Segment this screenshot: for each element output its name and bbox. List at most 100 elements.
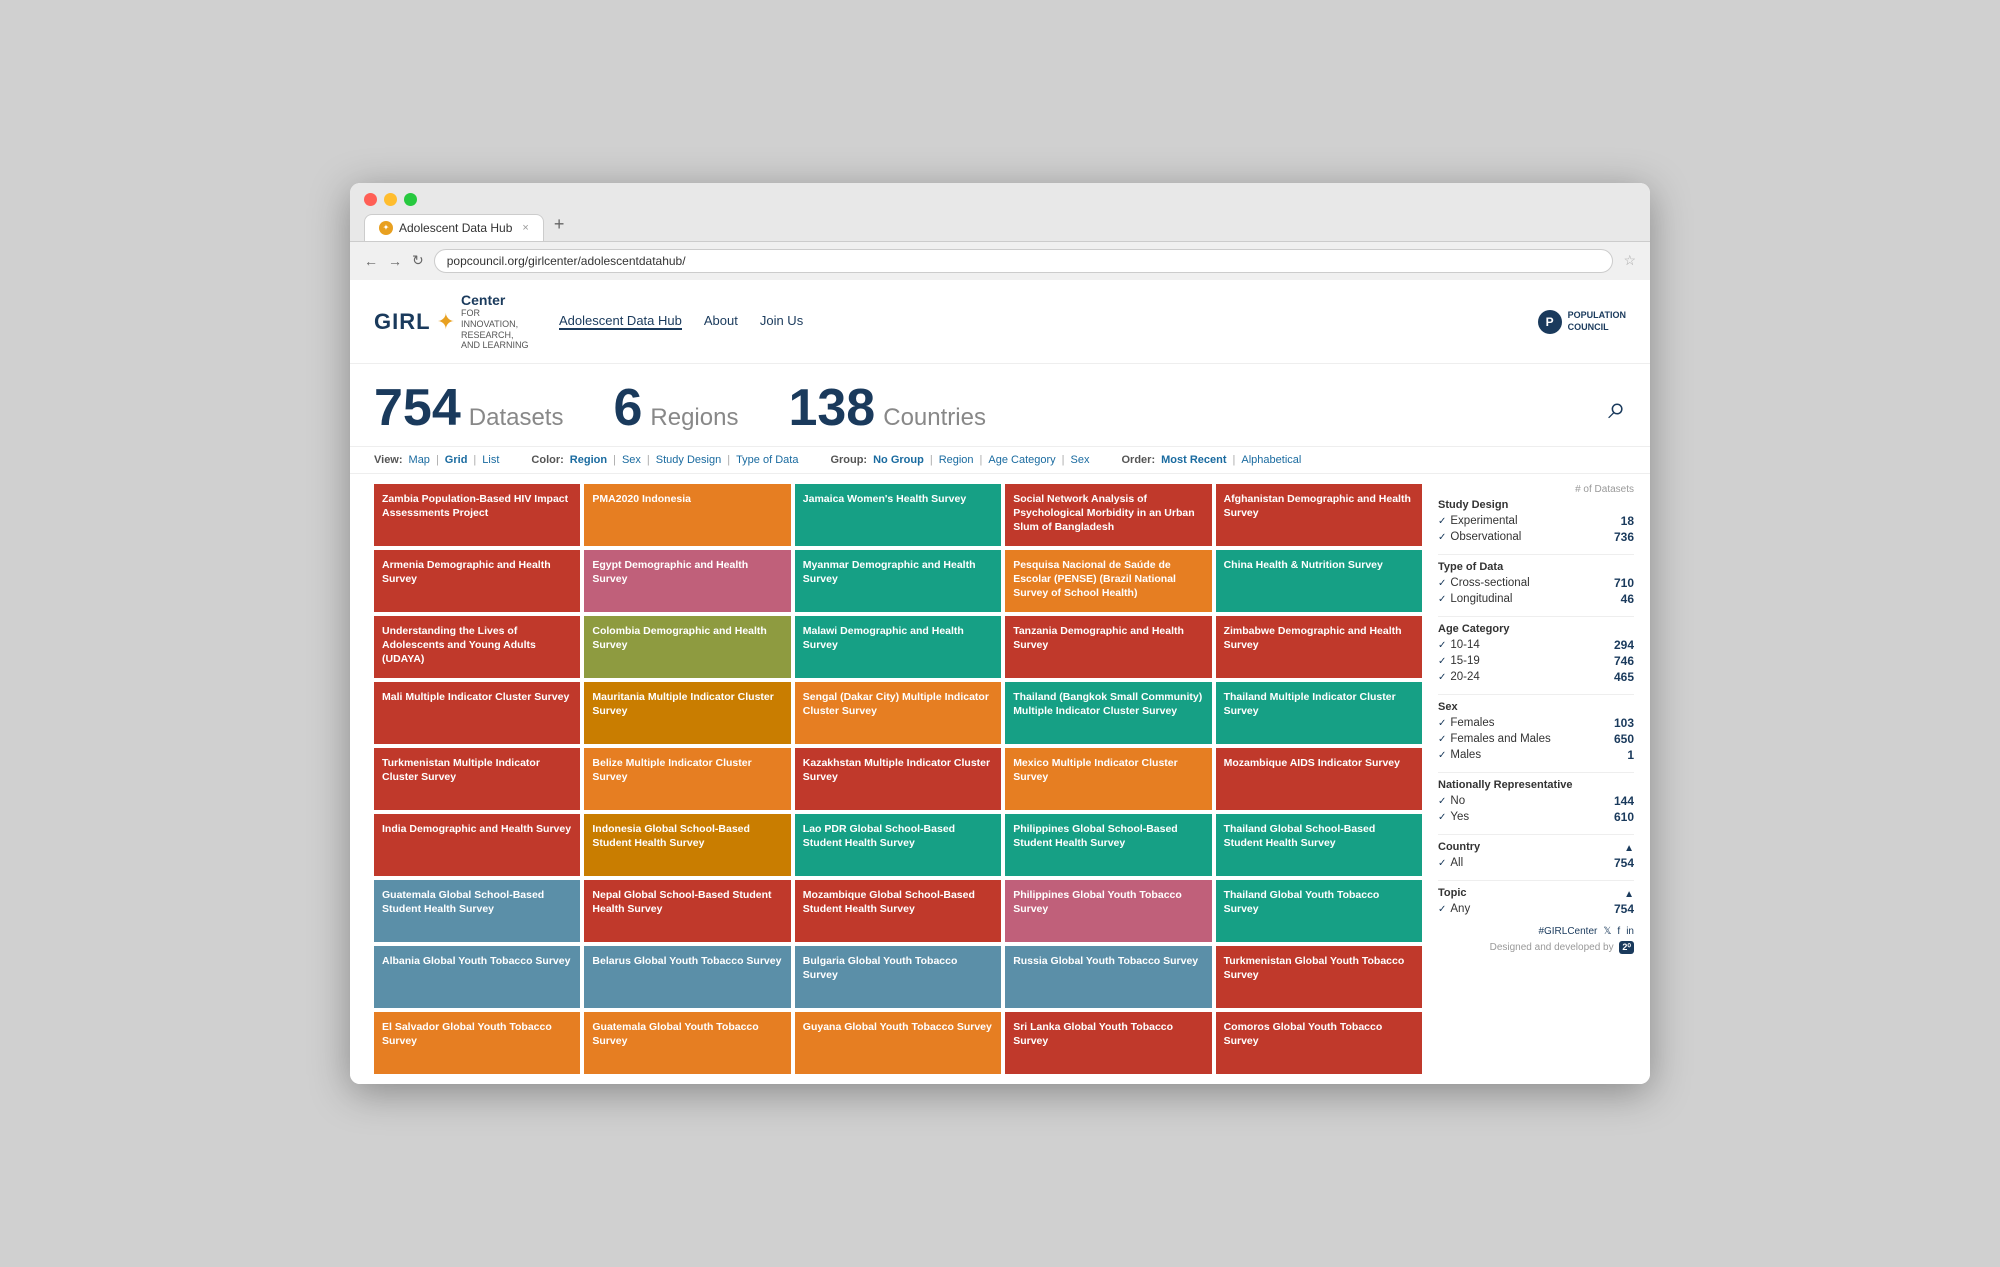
search-icon[interactable]: ⌕: [1608, 389, 1626, 427]
grid-cell-5[interactable]: Armenia Demographic and Health Survey: [374, 550, 580, 612]
browser-window: ✦ Adolescent Data Hub × + ← → ↻ popcounc…: [350, 183, 1650, 1084]
nav-join-us[interactable]: Join Us: [760, 313, 803, 330]
grid-cell-36[interactable]: Belarus Global Youth Tobacco Survey: [584, 946, 790, 1008]
country-section: Country ▲ ✓ All 754: [1438, 841, 1634, 870]
topic-toggle[interactable]: Topic ▲: [1438, 887, 1634, 902]
grid-cell-41[interactable]: Guatemala Global Youth Tobacco Survey: [584, 1012, 790, 1074]
view-grid[interactable]: Grid: [445, 454, 468, 466]
grid-cell-15[interactable]: Mali Multiple Indicator Cluster Survey: [374, 682, 580, 744]
grid-cell-44[interactable]: Comoros Global Youth Tobacco Survey: [1216, 1012, 1422, 1074]
age-10-14-count: 294: [1614, 638, 1634, 652]
logo-sunburst-icon: ✦: [437, 309, 455, 335]
grid-cell-27[interactable]: Lao PDR Global School-Based Student Heal…: [795, 814, 1001, 876]
grid-cell-19[interactable]: Thailand Multiple Indicator Cluster Surv…: [1216, 682, 1422, 744]
controls-bar: View: Map | Grid | List Color: Region | …: [350, 447, 1650, 474]
grid-cell-20[interactable]: Turkmenistan Multiple Indicator Cluster …: [374, 748, 580, 810]
grid-cell-29[interactable]: Thailand Global School-Based Student Hea…: [1216, 814, 1422, 876]
grid-cell-2[interactable]: Jamaica Women's Health Survey: [795, 484, 1001, 546]
close-button[interactable]: [364, 193, 377, 206]
country-toggle[interactable]: Country ▲: [1438, 841, 1634, 856]
grid-cell-6[interactable]: Egypt Demographic and Health Survey: [584, 550, 790, 612]
grid-cell-32[interactable]: Mozambique Global School-Based Student H…: [795, 880, 1001, 942]
maximize-button[interactable]: [404, 193, 417, 206]
view-map[interactable]: Map: [409, 454, 430, 466]
group-region[interactable]: Region: [939, 454, 974, 466]
grid-cell-14[interactable]: Zimbabwe Demographic and Health Survey: [1216, 616, 1422, 678]
social-links: #GIRLCenter 𝕏 f in: [1438, 926, 1634, 937]
grid-cell-38[interactable]: Russia Global Youth Tobacco Survey: [1005, 946, 1211, 1008]
nationally-rep-no-check: ✓: [1438, 796, 1446, 807]
grid-cell-0[interactable]: Zambia Population-Based HIV Impact Asses…: [374, 484, 580, 546]
males-check: ✓: [1438, 750, 1446, 761]
grid-cell-7[interactable]: Myanmar Demographic and Health Survey: [795, 550, 1001, 612]
forward-button[interactable]: →: [388, 253, 402, 269]
grid-cell-3[interactable]: Social Network Analysis of Psychological…: [1005, 484, 1211, 546]
nationally-rep-no-label: No: [1450, 795, 1465, 807]
regions-label: Regions: [650, 404, 738, 432]
grid-cell-10[interactable]: Understanding the Lives of Adolescents a…: [374, 616, 580, 678]
age-category-title: Age Category: [1438, 623, 1634, 635]
tab-close-button[interactable]: ×: [522, 222, 528, 234]
grid-cell-22[interactable]: Kazakhstan Multiple Indicator Cluster Su…: [795, 748, 1001, 810]
logo-tagline: FOR INNOVATION, RESEARCH, AND LEARNING: [461, 308, 531, 351]
type-of-data-title: Type of Data: [1438, 561, 1634, 573]
url-field[interactable]: popcouncil.org/girlcenter/adolescentdata…: [434, 249, 1614, 273]
group-no-group[interactable]: No Group: [873, 454, 924, 466]
grid-cell-21[interactable]: Belize Multiple Indicator Cluster Survey: [584, 748, 790, 810]
grid-cell-4[interactable]: Afghanistan Demographic and Health Surve…: [1216, 484, 1422, 546]
facebook-icon[interactable]: f: [1617, 926, 1620, 937]
color-region[interactable]: Region: [570, 454, 607, 466]
color-sex[interactable]: Sex: [622, 454, 641, 466]
linkedin-icon[interactable]: in: [1626, 926, 1634, 937]
order-alphabetical[interactable]: Alphabetical: [1241, 454, 1301, 466]
grid-cell-26[interactable]: Indonesia Global School-Based Student He…: [584, 814, 790, 876]
grid-cell-12[interactable]: Malawi Demographic and Health Survey: [795, 616, 1001, 678]
topic-count: 754: [1614, 902, 1634, 916]
males-label: Males: [1450, 749, 1481, 761]
grid-cell-1[interactable]: PMA2020 Indonesia: [584, 484, 790, 546]
back-button[interactable]: ←: [364, 253, 378, 269]
color-type-of-data[interactable]: Type of Data: [736, 454, 798, 466]
grid-cell-39[interactable]: Turkmenistan Global Youth Tobacco Survey: [1216, 946, 1422, 1008]
grid-cell-9[interactable]: China Health & Nutrition Survey: [1216, 550, 1422, 612]
females-males-row: ✓ Females and Males 650: [1438, 732, 1634, 746]
grid-cell-24[interactable]: Mozambique AIDS Indicator Survey: [1216, 748, 1422, 810]
grid-cell-23[interactable]: Mexico Multiple Indicator Cluster Survey: [1005, 748, 1211, 810]
age-15-19-count: 746: [1614, 654, 1634, 668]
grid-cell-42[interactable]: Guyana Global Youth Tobacco Survey: [795, 1012, 1001, 1074]
grid-cell-33[interactable]: Philippines Global Youth Tobacco Survey: [1005, 880, 1211, 942]
order-most-recent[interactable]: Most Recent: [1161, 454, 1226, 466]
logo-girl: GIRL: [374, 309, 431, 335]
grid-cell-18[interactable]: Thailand (Bangkok Small Community) Multi…: [1005, 682, 1211, 744]
color-study-design[interactable]: Study Design: [656, 454, 721, 466]
stats-bar: 754 Datasets 6 Regions 138 Countries ⌕: [350, 364, 1650, 447]
grid-cell-28[interactable]: Philippines Global School-Based Student …: [1005, 814, 1211, 876]
view-list[interactable]: List: [482, 454, 499, 466]
grid-cell-17[interactable]: Sengal (Dakar City) Multiple Indicator C…: [795, 682, 1001, 744]
nav-adolescent-data-hub[interactable]: Adolescent Data Hub: [559, 313, 682, 330]
grid-cell-11[interactable]: Colombia Demographic and Health Survey: [584, 616, 790, 678]
minimize-button[interactable]: [384, 193, 397, 206]
active-tab[interactable]: ✦ Adolescent Data Hub ×: [364, 214, 544, 241]
grid-cell-35[interactable]: Albania Global Youth Tobacco Survey: [374, 946, 580, 1008]
group-sex[interactable]: Sex: [1071, 454, 1090, 466]
grid-cell-31[interactable]: Nepal Global School-Based Student Health…: [584, 880, 790, 942]
experimental-row: ✓ Experimental 18: [1438, 514, 1634, 528]
grid-cell-34[interactable]: Thailand Global Youth Tobacco Survey: [1216, 880, 1422, 942]
grid-cell-30[interactable]: Guatemala Global School-Based Student He…: [374, 880, 580, 942]
nav-about[interactable]: About: [704, 313, 738, 330]
grid-cell-40[interactable]: El Salvador Global Youth Tobacco Survey: [374, 1012, 580, 1074]
grid-cell-16[interactable]: Mauritania Multiple Indicator Cluster Su…: [584, 682, 790, 744]
bookmark-icon[interactable]: ☆: [1623, 252, 1636, 269]
grid-cell-8[interactable]: Pesquisa Nacional de Saúde de Escolar (P…: [1005, 550, 1211, 612]
group-age-category[interactable]: Age Category: [988, 454, 1055, 466]
grid-cell-13[interactable]: Tanzania Demographic and Health Survey: [1005, 616, 1211, 678]
new-tab-button[interactable]: +: [546, 214, 573, 241]
topic-title: Topic: [1438, 887, 1467, 899]
twitter-icon[interactable]: 𝕏: [1603, 926, 1611, 937]
grid-cell-37[interactable]: Bulgaria Global Youth Tobacco Survey: [795, 946, 1001, 1008]
country-check: ✓: [1438, 858, 1446, 869]
grid-cell-25[interactable]: India Demographic and Health Survey: [374, 814, 580, 876]
grid-cell-43[interactable]: Sri Lanka Global Youth Tobacco Survey: [1005, 1012, 1211, 1074]
refresh-button[interactable]: ↻: [412, 252, 424, 269]
